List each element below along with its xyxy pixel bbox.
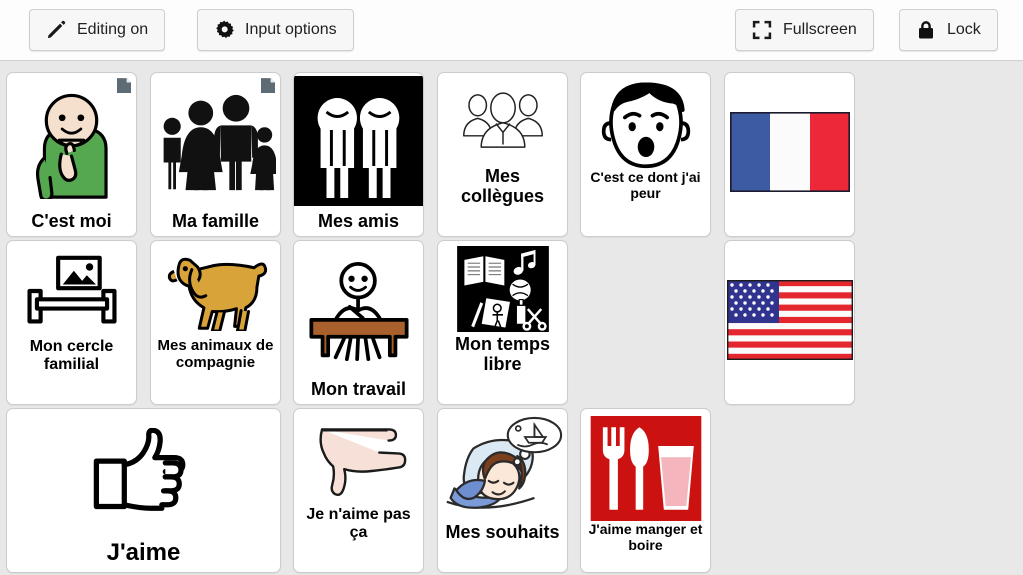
board-cell-label: Mon cercle familial (29, 338, 114, 373)
picture-shelf-icon (7, 241, 136, 337)
board-cell-label (580, 399, 711, 405)
board-cell-cest-ce-dont-jai-peur[interactable]: C'est ce dont j'ai peur (580, 72, 711, 237)
board-cell-label: Mes souhaits (445, 522, 560, 542)
board-cell-label: Mon temps libre (454, 334, 550, 375)
dog-icon (151, 241, 280, 337)
board-cell-cest-moi[interactable]: C'est moi (6, 72, 137, 237)
two-friends-icon (294, 73, 423, 210)
board-cell-jaime[interactable]: J'aime (6, 408, 281, 573)
board-cell-label: Ma famille (171, 210, 260, 231)
leisure-activities-icon (438, 241, 567, 333)
board-cell-label: C'est moi (31, 210, 112, 231)
scared-face-icon (581, 73, 710, 169)
colleagues-group-icon (438, 73, 567, 165)
board-cell-label (725, 192, 854, 198)
board-cell-mes-amis[interactable]: Mes amis (293, 72, 424, 237)
family-group-icon (151, 73, 280, 210)
top-toolbar: Editing on Input options Fullscreen Lock (0, 0, 1023, 61)
empty-slot (580, 240, 711, 399)
board-cell-mes-animaux[interactable]: Mes animaux de compagnie (150, 240, 281, 405)
flag-usa-icon (725, 279, 854, 360)
board-cell-label: J'aime (106, 539, 181, 567)
lock-label: Lock (947, 21, 981, 38)
board-cell-label: Mes amis (317, 210, 400, 231)
board-cell-label: Mes collègues (460, 166, 545, 207)
board-cell-ma-famille[interactable]: Ma famille (150, 72, 281, 237)
flag-france-icon (725, 111, 854, 192)
board-cell-mon-temps-libre[interactable]: Mon temps libre (437, 240, 568, 405)
pencil-icon (47, 20, 66, 39)
gear-icon (216, 20, 234, 38)
fullscreen-label: Fullscreen (783, 21, 857, 38)
board-cell-je-naime-pas-ca[interactable]: Je n'aime pas ça (293, 408, 424, 573)
lock-button[interactable]: Lock (899, 9, 998, 51)
person-at-desk-icon (294, 241, 423, 378)
editing-on-button[interactable]: Editing on (29, 9, 166, 51)
board-cell-jaime-manger-et-boire[interactable]: J'aime manger et boire (580, 408, 711, 573)
board-cell-mes-souhaits[interactable]: Mes souhaits (437, 408, 568, 573)
editing-on-label: Editing on (77, 21, 149, 38)
cutlery-drink-icon (581, 409, 710, 521)
person-dreaming-icon (438, 409, 567, 521)
board-cell-label (725, 360, 854, 366)
board-cell-flag-usa[interactable] (724, 240, 855, 405)
communication-board-grid: C'est moi Ma famille Mes amis Mes collèg… (0, 62, 1023, 575)
input-options-label: Input options (245, 21, 337, 38)
board-cell-mon-cercle-familial[interactable]: Mon cercle familial (6, 240, 137, 405)
board-cell-label: J'aime manger et boire (588, 521, 703, 553)
board-cell-empty-slot (580, 240, 711, 405)
input-options-button[interactable]: Input options (197, 9, 354, 51)
board-cell-mon-travail[interactable]: Mon travail (293, 240, 424, 405)
thumbs-up-icon (7, 409, 280, 539)
fullscreen-button[interactable]: Fullscreen (735, 9, 874, 51)
board-cell-label: C'est ce dont j'ai peur (590, 169, 701, 201)
board-cell-label: Je n'aime pas ça (306, 506, 411, 541)
fullscreen-icon (752, 20, 772, 40)
lock-icon (919, 21, 933, 39)
person-pointing-self-icon (7, 73, 136, 210)
page-badge-icon (261, 78, 275, 93)
thumbs-down-icon (294, 409, 423, 505)
page-badge-icon (117, 78, 131, 93)
board-cell-mes-collegues[interactable]: Mes collègues (437, 72, 568, 237)
board-cell-label: Mes animaux de compagnie (157, 337, 274, 371)
board-cell-label: Mon travail (310, 378, 407, 399)
board-cell-flag-france[interactable] (724, 72, 855, 237)
